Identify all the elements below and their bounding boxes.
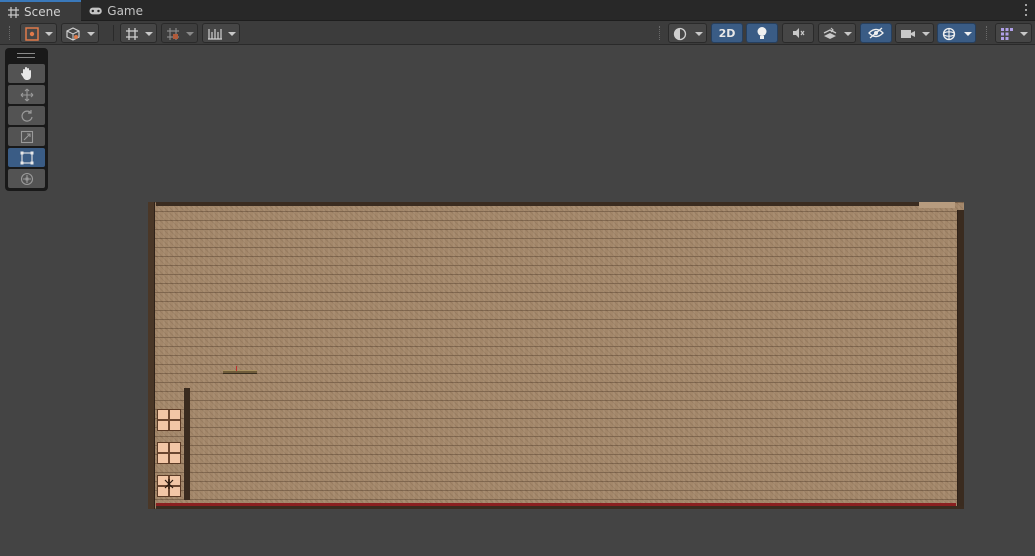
chevron-down-icon <box>145 32 153 36</box>
increment-snap-dropdown[interactable] <box>161 23 198 43</box>
mode-2d-toggle[interactable]: 2D <box>711 23 743 43</box>
window-tab-bar: Scene Game <box>0 0 1035 22</box>
render-sphere-icon <box>673 27 687 41</box>
chevron-down-icon <box>844 32 852 36</box>
increment-snap-icon <box>167 28 179 40</box>
tab-scene-label: Scene <box>24 5 61 19</box>
visibility-hidden-icon <box>868 27 884 39</box>
scale-tool-button[interactable] <box>8 127 45 146</box>
component-grid-icon <box>1001 28 1013 40</box>
overlay-menu-dropdown[interactable] <box>995 23 1032 43</box>
ruler-icon <box>208 29 222 40</box>
gamepad-icon <box>89 7 102 14</box>
rotate-tool-button[interactable] <box>8 106 45 125</box>
draw-mode-icon <box>25 27 39 41</box>
transform-tool-button[interactable] <box>8 169 45 188</box>
hand-tool-icon <box>20 67 31 80</box>
scene-view[interactable] <box>0 45 1035 556</box>
gizmos-icon <box>942 27 956 41</box>
tab-scene[interactable]: Scene <box>0 0 81 22</box>
tab-game[interactable]: Game <box>81 0 151 21</box>
hand-tool-button[interactable] <box>8 64 45 83</box>
floor-base <box>156 506 964 509</box>
rect-tool-button[interactable] <box>8 148 45 167</box>
draw-mode-dropdown[interactable] <box>20 23 57 43</box>
palette-drag-handle[interactable] <box>17 53 35 58</box>
grid-snap-icon <box>126 28 138 40</box>
scale-tool-icon <box>20 130 33 143</box>
camera-icon <box>901 30 915 38</box>
crate-top[interactable] <box>157 409 181 431</box>
scene-toolbar: 2D <box>0 21 1035 45</box>
player-spawn-icon[interactable] <box>163 478 175 490</box>
chevron-down-icon <box>228 32 236 36</box>
audio-toggle[interactable] <box>782 23 814 43</box>
tool-palette <box>5 48 48 191</box>
render-mode-dropdown[interactable] <box>668 23 707 43</box>
ceiling-opening <box>919 202 955 208</box>
visibility-toggle[interactable] <box>860 23 892 43</box>
camera-dropdown[interactable] <box>895 23 934 43</box>
grid-snap-dropdown[interactable] <box>120 23 157 43</box>
transform-tool-icon <box>20 172 33 185</box>
move-tool-button[interactable] <box>8 85 45 104</box>
level-room[interactable] <box>148 202 964 509</box>
wood-background <box>148 202 964 509</box>
chevron-down-icon <box>964 32 972 36</box>
mode-2d-label: 2D <box>718 26 736 40</box>
gizmos-dropdown[interactable] <box>937 23 976 43</box>
chevron-down-icon <box>45 32 53 36</box>
toolbar-grip <box>986 26 988 40</box>
move-tool-icon <box>20 88 33 101</box>
platform-pivot-marker <box>236 366 237 371</box>
rect-tool-icon <box>20 151 33 164</box>
rotate-tool-icon <box>20 109 33 122</box>
left-wall <box>148 202 155 509</box>
grid-icon <box>8 6 19 18</box>
tab-game-label: Game <box>107 3 143 18</box>
chevron-down-icon <box>87 32 95 36</box>
effects-layers-icon <box>823 27 837 39</box>
crate-middle[interactable] <box>157 442 181 464</box>
toolbar-grip <box>659 26 661 40</box>
chevron-down-icon <box>922 32 930 36</box>
audio-mute-icon <box>793 28 805 38</box>
floating-platform[interactable] <box>223 370 257 374</box>
chevron-down-icon <box>186 32 194 36</box>
wooden-pillar[interactable] <box>184 388 190 500</box>
shading-cube-icon <box>66 27 80 41</box>
effects-dropdown[interactable] <box>818 23 856 43</box>
right-wall <box>957 210 964 509</box>
shading-mode-dropdown[interactable] <box>61 23 99 43</box>
toolbar-grip <box>9 26 11 40</box>
lighting-toggle[interactable] <box>746 23 778 43</box>
ceiling-beam <box>156 202 919 206</box>
ruler-dropdown[interactable] <box>202 23 240 43</box>
kebab-menu-icon[interactable] <box>1023 3 1029 17</box>
chevron-down-icon <box>1020 32 1028 36</box>
lighting-bulb-icon <box>757 27 767 39</box>
chevron-down-icon <box>695 32 703 36</box>
toolbar-separator <box>113 25 114 41</box>
